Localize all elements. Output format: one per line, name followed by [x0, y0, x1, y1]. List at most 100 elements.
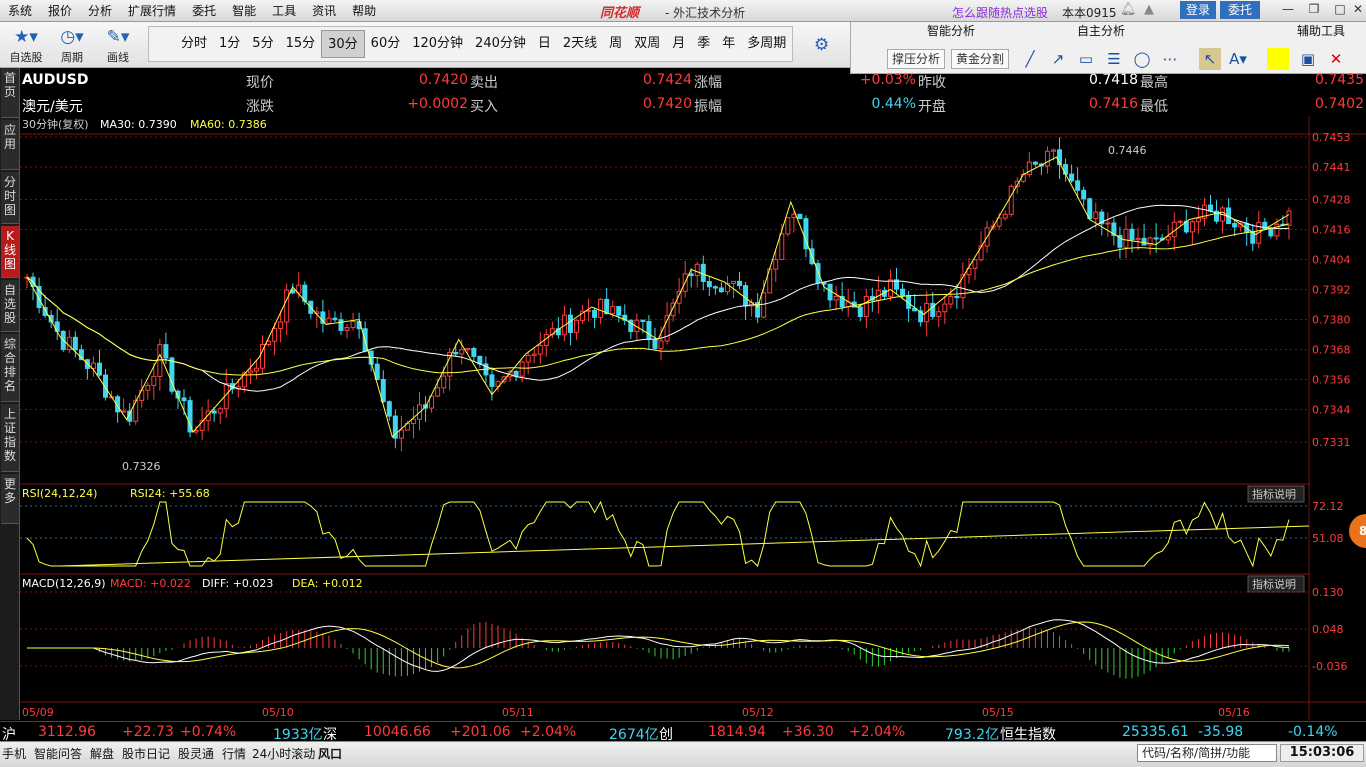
hs-value: 25335.61	[1122, 724, 1189, 740]
nav-ranking[interactable]: 综合排名	[1, 334, 19, 402]
candle-body	[1286, 210, 1292, 226]
nav-more[interactable]: 更多	[1, 474, 19, 524]
period-5m[interactable]: 5分	[246, 30, 279, 58]
line-tool-icon[interactable]: ╱	[1019, 48, 1041, 70]
maximize-icon[interactable]: □	[1330, 2, 1350, 18]
status-qa[interactable]: 智能问答	[34, 745, 82, 762]
candle-body	[1081, 189, 1087, 200]
text-tool-icon[interactable]: A▾	[1227, 48, 1249, 70]
menu-analysis[interactable]: 分析	[80, 2, 120, 19]
symbol-name: 澳元/美元	[22, 99, 83, 115]
candle-body	[1020, 174, 1026, 182]
nav-apps[interactable]: 应用	[1, 120, 19, 170]
menu-smart[interactable]: 智能	[224, 2, 264, 19]
menu-tools[interactable]: 工具	[264, 2, 304, 19]
status-rolling-news[interactable]: 24小时滚动	[252, 745, 315, 762]
date-tick-label: 05/10	[262, 706, 294, 719]
gear-icon[interactable]: ⚙	[814, 35, 829, 55]
style-tool-icon[interactable]: ▣	[1297, 48, 1319, 70]
period-button[interactable]: ◷▾ 周期	[52, 25, 92, 65]
status-hangqing[interactable]: 行情	[222, 745, 246, 762]
period-240m[interactable]: 240分钟	[469, 30, 532, 58]
price-tick-label: 0.7331	[1312, 436, 1351, 449]
promo-link[interactable]: 怎么跟随热点选股	[952, 4, 1048, 21]
menu-trade[interactable]: 委托	[184, 2, 224, 19]
menu-system[interactable]: 系统	[0, 2, 40, 19]
draw-button[interactable]: ✎▾ 画线	[98, 25, 138, 65]
candle-body	[942, 303, 948, 313]
arrow-line-icon[interactable]: ↗	[1047, 48, 1069, 70]
symbol-code: AUDUSD	[22, 72, 89, 88]
sh-value: 3112.96	[38, 724, 96, 740]
nav-timeshare[interactable]: 分时图	[1, 172, 19, 224]
candle-body	[1087, 198, 1093, 219]
cursor-tool-icon[interactable]: ↖	[1199, 48, 1221, 70]
tab-aux-tools[interactable]: 辅助工具	[1281, 22, 1361, 40]
candle-body	[815, 263, 821, 284]
rsi-value: RSI24: +55.68	[130, 487, 210, 500]
menu-extended[interactable]: 扩展行情	[120, 2, 184, 19]
status-fengkou[interactable]: 风口	[318, 745, 342, 762]
period-multi[interactable]: 多周期	[741, 30, 792, 58]
candle-body	[326, 317, 332, 324]
candle-body	[610, 306, 616, 315]
period-month[interactable]: 月	[666, 30, 691, 58]
watchlist-button[interactable]: ★▾ 自选股	[6, 25, 46, 65]
rsi-tick-label: 51.08	[1312, 532, 1344, 545]
period-30m[interactable]: 30分	[321, 30, 365, 58]
color-swatch[interactable]	[1267, 48, 1289, 70]
buy-value: 0.7420	[643, 96, 692, 112]
restore-icon[interactable]: ❐	[1304, 2, 1324, 18]
support-analysis-button[interactable]: 撑压分析	[887, 49, 946, 69]
period-15m[interactable]: 15分	[280, 30, 322, 58]
nav-shindex[interactable]: 上证指数	[1, 404, 19, 472]
delete-drawing-icon[interactable]: ✕	[1325, 48, 1347, 70]
status-gulingtong[interactable]: 股灵通	[178, 745, 214, 762]
hs-change: -35.98	[1198, 724, 1244, 740]
candle-body	[537, 345, 543, 355]
nav-watchlist[interactable]: 自选股	[1, 280, 19, 332]
status-jiepan[interactable]: 解盘	[90, 745, 114, 762]
pct-value: +0.03%	[859, 72, 916, 88]
status-diary[interactable]: 股市日记	[122, 745, 170, 762]
watchlist-label: 自选股	[9, 51, 43, 64]
menu-news[interactable]: 资讯	[304, 2, 344, 19]
rsi-help-button[interactable]: 指标说明	[1252, 487, 1296, 501]
login-button[interactable]: 登录	[1180, 1, 1216, 19]
ellipse-tool-icon[interactable]: ◯	[1131, 48, 1153, 70]
search-input[interactable]: 代码/名称/简拼/功能	[1137, 744, 1277, 762]
candle-body	[900, 288, 906, 296]
quote-header: AUDUSD 澳元/美元 现价 涨跌 0.7420 +0.0002 卖出 买入 …	[20, 70, 1366, 116]
close-icon[interactable]: ✕	[1348, 2, 1366, 18]
more-tools-icon[interactable]: ⋯	[1159, 48, 1181, 70]
channel-tool-icon[interactable]: ☰	[1103, 48, 1125, 70]
golden-section-button[interactable]: 黄金分割	[951, 49, 1010, 69]
period-quarter[interactable]: 季	[691, 30, 716, 58]
menu-quote[interactable]: 报价	[40, 2, 80, 19]
nav-kline[interactable]: K线图	[1, 226, 19, 278]
status-mobile[interactable]: 手机	[2, 745, 26, 762]
period-60m[interactable]: 60分	[365, 30, 407, 58]
nav-home[interactable]: 首页	[1, 68, 19, 118]
period-120m[interactable]: 120分钟	[406, 30, 469, 58]
period-2day[interactable]: 2天线	[557, 30, 603, 58]
period-day[interactable]: 日	[532, 30, 557, 58]
period-2week[interactable]: 双周	[628, 30, 666, 58]
minimize-icon[interactable]: —	[1278, 2, 1298, 18]
menu-help[interactable]: 帮助	[344, 2, 384, 19]
rect-tool-icon[interactable]: ▭	[1075, 48, 1097, 70]
period-fenshi[interactable]: 分时	[175, 30, 213, 58]
tab-smart-analysis[interactable]: 智能分析	[891, 22, 1011, 40]
macd-help-button[interactable]: 指标说明	[1252, 577, 1296, 591]
period-1m[interactable]: 1分	[213, 30, 246, 58]
skin-icon[interactable]: ▲	[1144, 2, 1154, 17]
weituo-button[interactable]: 委托	[1220, 1, 1260, 19]
candle-body	[948, 295, 954, 305]
tab-self-analysis[interactable]: 自主分析	[1041, 22, 1161, 40]
candle-body	[1002, 213, 1008, 219]
period-year[interactable]: 年	[716, 30, 741, 58]
candle-body	[332, 317, 338, 321]
period-week[interactable]: 周	[603, 30, 628, 58]
kline-chart[interactable]: 30分钟(复权) MA30: 0.7390 MA60: 0.7386 RSI(2…	[20, 116, 1366, 720]
bell-icon[interactable]: 🔔︎	[1120, 2, 1137, 17]
